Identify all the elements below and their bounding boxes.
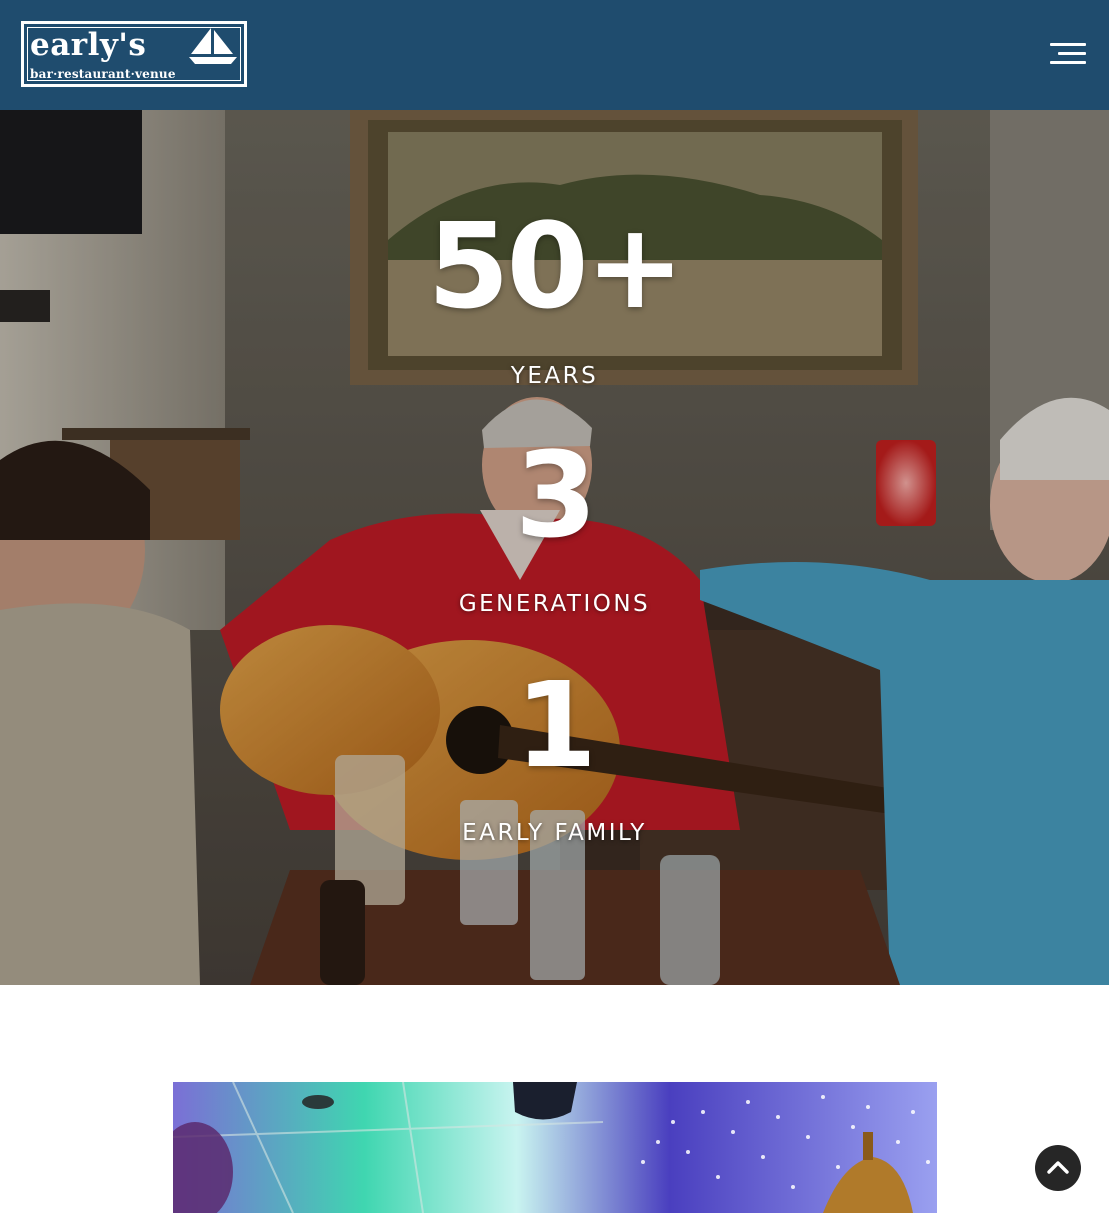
- hero-section: 50+ YEARS 3 GENERATIONS 1 EARLY FAMILY: [0, 110, 1109, 985]
- menu-bar-top: [1050, 43, 1086, 46]
- venue-interior-illustration: [173, 1082, 937, 1213]
- scroll-to-top-button[interactable]: [1035, 1145, 1081, 1191]
- logo-tagline: bar·restaurant·venue: [30, 67, 176, 81]
- stat-years-label: YEARS: [510, 363, 599, 389]
- chevron-up-icon: [1047, 1161, 1069, 1174]
- stat-generations-label: GENERATIONS: [458, 591, 651, 617]
- site-logo[interactable]: early's bar·restaurant·venue: [21, 21, 247, 87]
- stat-generations-number: 3: [514, 426, 597, 564]
- stat-family-number: 1: [514, 656, 597, 794]
- hamburger-menu-icon[interactable]: [1046, 38, 1090, 72]
- sailboat-icon: [189, 28, 237, 64]
- menu-bar-middle: [1058, 52, 1086, 55]
- site-header: early's bar·restaurant·venue: [0, 0, 1109, 110]
- menu-bar-bottom: [1050, 61, 1086, 64]
- stat-years-number: 50+: [427, 197, 684, 335]
- logo-name: early's: [30, 27, 147, 63]
- venue-interior-photo: [173, 1082, 937, 1213]
- stat-family-label: EARLY FAMILY: [462, 820, 647, 846]
